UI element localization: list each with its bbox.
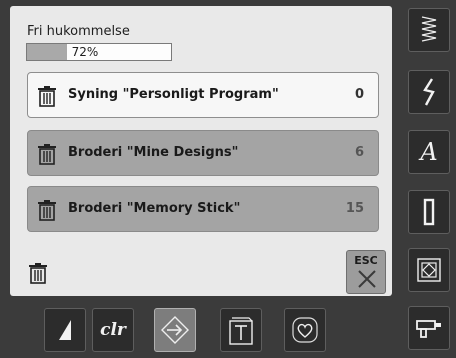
paper-icon — [229, 317, 253, 345]
clr-label: clr — [100, 320, 126, 340]
trash-icon[interactable] — [27, 262, 49, 284]
close-icon — [358, 270, 376, 288]
trash-icon[interactable] — [36, 85, 58, 107]
memory-row-memory-stick[interactable]: Broderi "Memory Stick" 15 — [27, 186, 379, 232]
quilt-button[interactable] — [408, 248, 450, 292]
needle-position-button[interactable] — [44, 308, 86, 352]
memory-row-label: Broderi "Memory Stick" — [68, 201, 241, 216]
alphabet-icon: A — [420, 138, 438, 166]
memory-button[interactable] — [154, 308, 196, 352]
buttonhole-button[interactable] — [408, 190, 450, 234]
free-memory-bar: 72% — [26, 43, 172, 61]
memory-row-label: Syning "Personligt Program" — [68, 87, 279, 102]
heart-icon — [292, 317, 318, 343]
quilt-icon — [417, 258, 441, 282]
memory-row-count: 6 — [354, 145, 364, 160]
memory-row-personal-program[interactable]: Syning "Personligt Program" 0 — [27, 72, 379, 118]
memory-arrow-icon — [161, 316, 189, 344]
trash-icon[interactable] — [36, 143, 58, 165]
machine-setup-button[interactable] — [408, 306, 450, 350]
free-memory-percent: 72% — [71, 45, 99, 59]
clr-button[interactable]: clr — [92, 308, 134, 352]
main-panel: Fri hukommelse 72% Syning "Personligt Pr… — [10, 6, 392, 296]
paper-button[interactable] — [220, 308, 262, 352]
memory-row-count: 15 — [345, 201, 364, 216]
esc-button[interactable]: ESC — [346, 250, 386, 294]
right-toolbar: A — [400, 0, 456, 358]
memory-row-my-designs[interactable]: Broderi "Mine Designs" 6 — [27, 130, 379, 176]
alphabet-button[interactable]: A — [408, 130, 450, 174]
zigzag-stitch-button[interactable] — [408, 8, 450, 52]
trash-icon[interactable] — [36, 199, 58, 221]
memory-row-label: Broderi "Mine Designs" — [68, 145, 239, 160]
decorative-stitch-button[interactable] — [408, 70, 450, 114]
free-memory-label: Fri hukommelse — [27, 24, 130, 39]
heart-button[interactable] — [284, 308, 326, 352]
decorative-stitch-icon — [423, 78, 435, 106]
buttonhole-icon — [423, 198, 435, 226]
memory-row-count: 0 — [354, 87, 364, 102]
esc-label: ESC — [354, 254, 378, 267]
machine-icon — [416, 320, 441, 338]
zigzag-stitch-icon — [421, 16, 437, 42]
needle-position-icon — [59, 320, 71, 340]
